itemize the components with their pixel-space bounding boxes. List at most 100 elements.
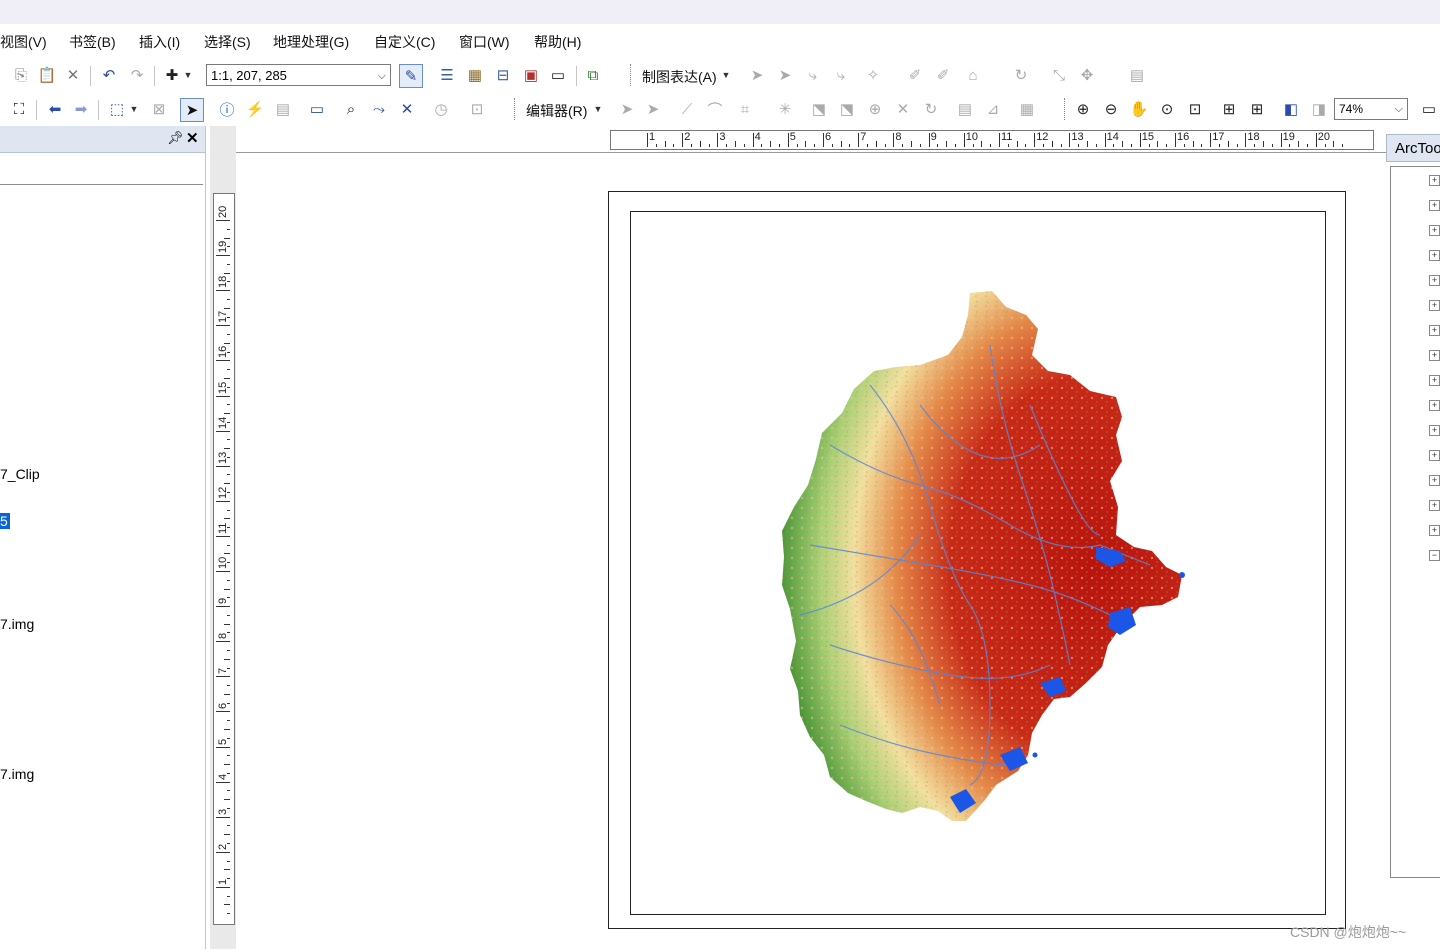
expand-icon[interactable]: + (1429, 400, 1440, 411)
zoom-out-icon[interactable]: ⊖ (1100, 98, 1122, 120)
menu-view[interactable]: 视图(V) (0, 32, 47, 52)
cut-polygons-icon[interactable]: ⊕ (864, 98, 886, 120)
menu-windows[interactable]: 窗口(W) (459, 32, 510, 52)
tag-icon[interactable]: ⌂ (962, 64, 984, 86)
pin-icon[interactable]: 📌︎ (167, 130, 184, 146)
chevron-down-icon[interactable]: ⌵ (378, 65, 386, 87)
model-builder-icon[interactable]: ⧉ (582, 64, 604, 86)
forward-icon[interactable]: ➡ (70, 98, 92, 120)
map-scale-input[interactable]: 1:1, 207, 285 ⌵ (206, 64, 391, 86)
lasso-select-icon[interactable]: ⤷ (802, 64, 824, 86)
layer-item[interactable]: 7.img (0, 616, 34, 632)
menu-selection[interactable]: 选择(S) (204, 32, 251, 52)
go-to-xy-icon[interactable]: ✕ (396, 98, 418, 120)
chevron-down-icon[interactable]: ▼ (182, 64, 194, 86)
attributes-icon[interactable]: ▤ (954, 98, 976, 120)
expand-icon[interactable]: + (1429, 200, 1440, 211)
select-features-icon[interactable]: ⬚ (106, 98, 128, 120)
arctoolbox-icon[interactable]: ▣ (520, 64, 542, 86)
lasso-direct-icon[interactable]: ⤷ (830, 64, 852, 86)
find-route-icon[interactable]: ⤳ (368, 98, 390, 120)
direct-select-icon[interactable]: ➤ (774, 64, 796, 86)
toggle-draft-mode-icon[interactable]: ▭ (1418, 98, 1440, 120)
add-data-icon[interactable]: ✚ (161, 64, 183, 86)
editor-toolbar-icon[interactable]: ✎ (399, 64, 423, 88)
fixed-zoom-in-icon[interactable]: ⊞ (1218, 98, 1240, 120)
expand-icon[interactable]: + (1429, 375, 1440, 386)
straight-segment-icon[interactable]: ⟋ (676, 98, 698, 120)
menu-insert[interactable]: 插入(I) (139, 32, 180, 52)
edit-vertices-icon[interactable]: ⬔ (808, 98, 830, 120)
move-icon[interactable]: ✥ (1076, 64, 1098, 86)
undo-icon[interactable]: ↶ (98, 64, 120, 86)
toolbar-grip[interactable] (514, 98, 518, 120)
identify-icon[interactable]: ⓘ (216, 98, 238, 120)
html-popup-icon[interactable]: ▤ (272, 98, 294, 120)
fixed-zoom-out-icon[interactable]: ⊞ (1246, 98, 1268, 120)
expand-icon[interactable]: + (1429, 425, 1440, 436)
measure-icon[interactable]: ▭ (306, 98, 328, 120)
edit-tool-icon[interactable]: ➤ (616, 98, 638, 120)
full-extent-icon[interactable]: ⛶ (8, 98, 30, 120)
hyperlink-icon[interactable]: ⚡ (244, 98, 266, 120)
find-icon[interactable]: ⌕ (340, 98, 362, 120)
properties-icon[interactable]: ▤ (1126, 64, 1148, 86)
menu-geoprocessing[interactable]: 地理处理(G) (273, 32, 349, 52)
expand-icon[interactable]: + (1429, 350, 1440, 361)
expand-icon[interactable]: + (1429, 225, 1440, 236)
zoom-100-icon[interactable]: ⊡ (1184, 98, 1206, 120)
layer-item-selected[interactable]: 5 (0, 513, 10, 529)
sketch-properties-icon[interactable]: ⊿ (982, 98, 1004, 120)
pencil-icon[interactable]: ✐ (904, 64, 926, 86)
create-features-icon[interactable]: ▦ (1016, 98, 1038, 120)
reshape-icon[interactable]: ⬔ (836, 98, 858, 120)
expand-icon[interactable]: + (1429, 500, 1440, 511)
time-slider-icon[interactable]: ◷ (430, 98, 452, 120)
chevron-down-icon[interactable]: ▼ (720, 64, 732, 86)
toolbar-grip[interactable] (1064, 98, 1068, 120)
paste-icon[interactable]: 📋 (36, 64, 58, 86)
select-representation-icon[interactable]: ➤ (746, 64, 768, 86)
next-extent-icon[interactable]: ◨ (1308, 98, 1330, 120)
close-icon[interactable]: ✕ (186, 129, 199, 147)
split-icon[interactable]: ✕ (892, 98, 914, 120)
erase-icon[interactable]: ✐ (932, 64, 954, 86)
expand-icon[interactable]: + (1429, 275, 1440, 286)
zoom-in-icon[interactable]: ⊕ (1072, 98, 1094, 120)
expand-icon[interactable]: + (1429, 250, 1440, 261)
rotate-feature-icon[interactable]: ↻ (920, 98, 942, 120)
expand-icon[interactable]: + (1429, 525, 1440, 536)
marker-icon[interactable]: ✧ (862, 64, 884, 86)
menu-customize[interactable]: 自定义(C) (374, 32, 435, 52)
chevron-down-icon[interactable]: ⌵ (1395, 99, 1403, 119)
end-point-arc-icon[interactable]: ⌒ (704, 98, 726, 120)
delete-icon[interactable]: ✕ (62, 64, 84, 86)
resize-icon[interactable]: ⤡ (1048, 64, 1070, 86)
point-icon[interactable]: ✳ (774, 98, 796, 120)
rotate-icon[interactable]: ↻ (1010, 64, 1032, 86)
expand-icon[interactable]: + (1429, 300, 1440, 311)
toolbar-grip[interactable] (630, 64, 634, 86)
select-elements-icon[interactable]: ➤ (180, 98, 204, 122)
previous-extent-icon[interactable]: ◧ (1280, 98, 1302, 120)
menu-help[interactable]: 帮助(H) (534, 32, 581, 52)
back-icon[interactable]: ⬅ (44, 98, 66, 120)
collapse-icon[interactable]: − (1429, 550, 1440, 561)
chevron-down-icon[interactable]: ▼ (128, 98, 140, 120)
table-of-contents-icon[interactable]: ☰ (436, 64, 458, 86)
pan-icon[interactable]: ✋ (1128, 98, 1150, 120)
search-window-icon[interactable]: ⊟ (492, 64, 514, 86)
redo-icon[interactable]: ↷ (126, 64, 148, 86)
trace-icon[interactable]: ⌗ (734, 98, 756, 120)
expand-icon[interactable]: + (1429, 325, 1440, 336)
expand-icon[interactable]: + (1429, 175, 1440, 186)
zoom-percent-input[interactable]: 74% ⌵ (1334, 98, 1408, 120)
catalog-icon[interactable]: ▦ (464, 64, 486, 86)
editor-menu[interactable]: 编辑器(R) (526, 101, 587, 121)
edit-annotation-icon[interactable]: ➤ (642, 98, 664, 120)
chevron-down-icon[interactable]: ▼ (592, 98, 604, 120)
menu-bookmarks[interactable]: 书签(B) (69, 32, 116, 52)
expand-icon[interactable]: + (1429, 475, 1440, 486)
zoom-whole-page-icon[interactable]: ⊙ (1156, 98, 1178, 120)
clear-selection-icon[interactable]: ⊠ (148, 98, 170, 120)
